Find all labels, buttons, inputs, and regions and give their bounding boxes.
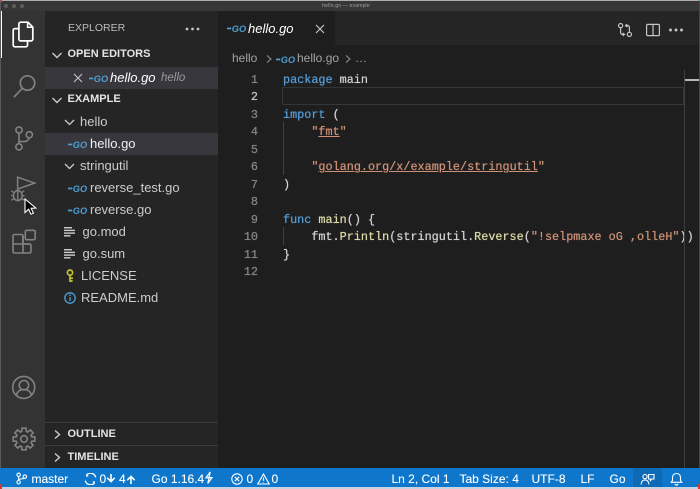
svg-text:GO: GO [281,55,295,64]
svg-text:GO: GO [94,74,108,83]
svg-text:GO: GO [73,140,87,149]
svg-text:GO: GO [73,206,87,215]
svg-text:GO: GO [232,24,246,33]
svg-text:GO: GO [73,184,87,193]
